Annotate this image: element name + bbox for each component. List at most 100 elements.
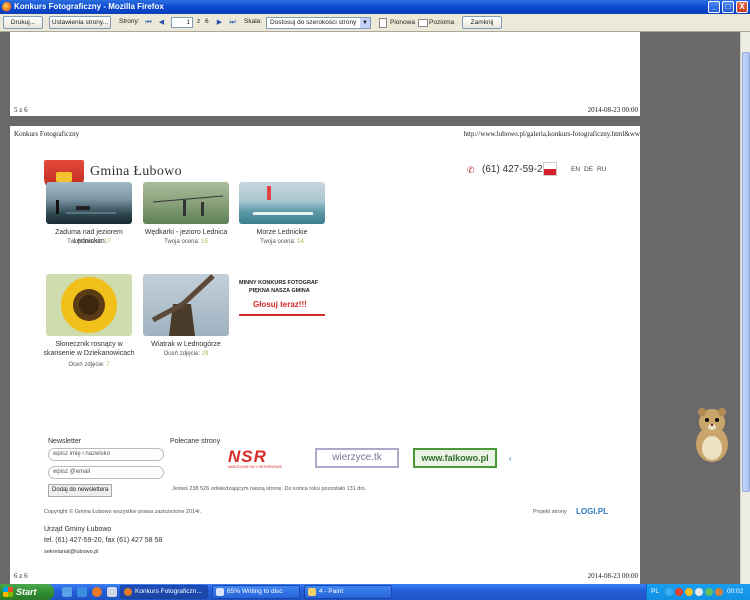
task-burning[interactable]: 65% Writing to disc <box>212 585 300 599</box>
photo-caption[interactable]: Morze Lednickie <box>232 228 332 237</box>
newsletter-subscribe-button[interactable]: Dodaj do newslettera <box>48 484 113 497</box>
tray-icon[interactable] <box>675 588 683 596</box>
portrait-button[interactable]: Pionowa <box>379 17 415 29</box>
hamster-mascot-icon[interactable] <box>692 404 732 464</box>
system-tray: PL 00:02 <box>646 584 750 600</box>
nsr-logo: NSR <box>228 447 267 466</box>
maximize-button[interactable]: □ <box>722 1 734 13</box>
landscape-label: Pozioma <box>429 19 455 26</box>
lang-en[interactable]: EN <box>571 166 580 173</box>
task-label: 4 - Paint <box>319 588 344 595</box>
scrollbar-thumb[interactable] <box>742 52 750 492</box>
task-label: 65% Writing to disc <box>227 588 283 595</box>
office-email[interactable]: sekretariat@lubowo.pl <box>44 549 99 555</box>
poland-flag-icon <box>543 162 557 176</box>
chevron-down-icon[interactable]: ▼ <box>360 18 370 28</box>
partner-nsr[interactable]: NSR NARODOWE SIŁY REZERWOWE <box>228 448 300 470</box>
site-brand: Gmina Łubowo <box>90 164 182 179</box>
paint-icon <box>308 588 316 596</box>
carousel-next-icon[interactable]: ‹ <box>509 454 512 463</box>
tray-icon[interactable] <box>705 588 713 596</box>
page-5: 5 z 6 2014-08-23 00:00 <box>10 32 640 116</box>
projekt-label: Projekt strony <box>533 509 567 515</box>
start-button[interactable]: Start <box>0 584 54 600</box>
photo-rating: Twoja ocena: 17 <box>67 239 111 245</box>
ie-icon[interactable] <box>77 587 87 597</box>
nsr-tagline: NARODOWE SIŁY REZERWOWE <box>228 465 282 469</box>
tray-icon[interactable] <box>665 588 673 596</box>
close-preview-button[interactable]: Zamknij <box>462 16 502 29</box>
tray-icon[interactable] <box>685 588 693 596</box>
title-bar: Konkurs Fotograficzny - Mozilla Firefox … <box>0 0 750 14</box>
explorer-icon[interactable] <box>107 587 117 597</box>
photo-rating: Twoja ocena: 14 <box>260 239 304 245</box>
portrait-page-icon <box>379 18 387 28</box>
page-number-input[interactable]: 1 <box>171 17 193 28</box>
landscape-page-icon <box>418 19 428 27</box>
photo-rating: Twoja ocena: 15 <box>164 239 208 245</box>
show-desktop-icon[interactable] <box>62 587 72 597</box>
lang-de[interactable]: DE <box>584 166 593 173</box>
taskbar: Start Konkurs Fotograficzn... 65% Writin… <box>0 584 750 600</box>
photo-thumbnail[interactable] <box>143 182 229 224</box>
photo-rating: Oceń zdjęcie: 29 <box>163 351 209 357</box>
banner-line-1: MINNY KONKURS FOTOGRAF <box>239 280 319 286</box>
of-label: z <box>197 18 201 25</box>
print-button[interactable]: Drukuj... <box>3 16 43 29</box>
page-6: Konkurs Fotograficzny http://www.lubowo.… <box>10 126 640 584</box>
first-page-icon[interactable]: ⏮ <box>144 18 153 27</box>
contest-banner[interactable]: MINNY KONKURS FOTOGRAF PIĘKNA NASZA GMIN… <box>239 274 325 330</box>
page-5-footer-left: 5 z 6 <box>14 106 28 114</box>
disc-icon <box>216 588 224 596</box>
logi-logo[interactable]: LOGI.PL <box>576 507 608 516</box>
clock[interactable]: 00:02 <box>727 584 743 600</box>
language-indicator[interactable]: PL <box>651 584 659 600</box>
photo-caption[interactable]: Słonecznik rosnący w skansenie w Dziekan… <box>39 340 139 358</box>
prev-page-icon[interactable]: ◀ <box>157 18 166 27</box>
newsletter-email-input[interactable]: wpisz @email <box>48 466 164 479</box>
last-page-icon[interactable]: ⏭ <box>228 18 237 27</box>
photo-caption[interactable]: Wiatrak w Lednogórze <box>136 340 236 349</box>
lang-ru[interactable]: RU <box>597 166 606 173</box>
photo-thumbnail[interactable] <box>143 274 229 336</box>
pages-label: Strony: <box>119 18 140 25</box>
portrait-label: Pionowa <box>390 19 415 26</box>
newsletter-title: Newsletter <box>48 438 82 445</box>
scale-select[interactable]: Dostosuj do szerokości strony ▼ <box>266 17 371 29</box>
scale-value: Dostosuj do szerokości strony <box>270 19 357 26</box>
task-label: Konkurs Fotograficzn... <box>135 588 202 595</box>
photo-caption[interactable]: Wędkarki - jezioro Lednica <box>136 228 236 237</box>
page-setup-button[interactable]: Ustawienia strony... <box>49 16 111 29</box>
page-5-footer-right: 2014-08-23 00:00 <box>587 106 638 114</box>
total-pages: 6 <box>205 18 209 25</box>
banner-divider <box>239 314 325 316</box>
task-paint[interactable]: 4 - Paint <box>304 585 392 599</box>
recommended-title: Polecane strony <box>170 438 221 445</box>
windows-logo-icon <box>3 587 13 597</box>
start-label: Start <box>16 587 37 597</box>
phone-icon: ✆ <box>467 165 475 175</box>
next-page-icon[interactable]: ▶ <box>215 18 224 27</box>
task-firefox[interactable]: Konkurs Fotograficzn... <box>120 585 208 599</box>
tray-icon[interactable] <box>715 588 723 596</box>
page-6-footer-left: 6 z 6 <box>14 572 28 580</box>
partner-wierzyce[interactable]: wierzyce.tk <box>315 448 399 468</box>
minimize-button[interactable]: _ <box>708 1 720 13</box>
newsletter-name-input[interactable]: wpisz imię i nazwisko <box>48 448 164 461</box>
photo-thumbnail[interactable] <box>46 182 132 224</box>
page-6-footer-right: 2014-08-23 00:00 <box>587 572 638 580</box>
landscape-button[interactable]: Pozioma <box>418 17 454 29</box>
preview-area: 5 z 6 2014-08-23 00:00 Konkurs Fotografi… <box>0 32 750 584</box>
photo-thumbnail[interactable] <box>46 274 132 336</box>
window-title: Konkurs Fotograficzny - Mozilla Firefox <box>14 2 164 11</box>
tray-icon[interactable] <box>695 588 703 596</box>
anglers-photo-graphic <box>152 195 224 216</box>
partner-falkowo[interactable]: www.falkowo.pl <box>413 448 497 468</box>
photo-thumbnail[interactable] <box>239 182 325 224</box>
windmill-photo-graphic <box>151 274 215 336</box>
close-button[interactable]: X <box>736 1 748 13</box>
page-header-right: http://www.lubowo.pl/galeria,konkurs-fot… <box>463 130 640 138</box>
vertical-scrollbar[interactable] <box>740 32 750 584</box>
firefox-quicklaunch-icon[interactable] <box>92 587 102 597</box>
visitor-counter: Jesteś 238 526 odwiedzającym naszą stron… <box>172 486 367 492</box>
